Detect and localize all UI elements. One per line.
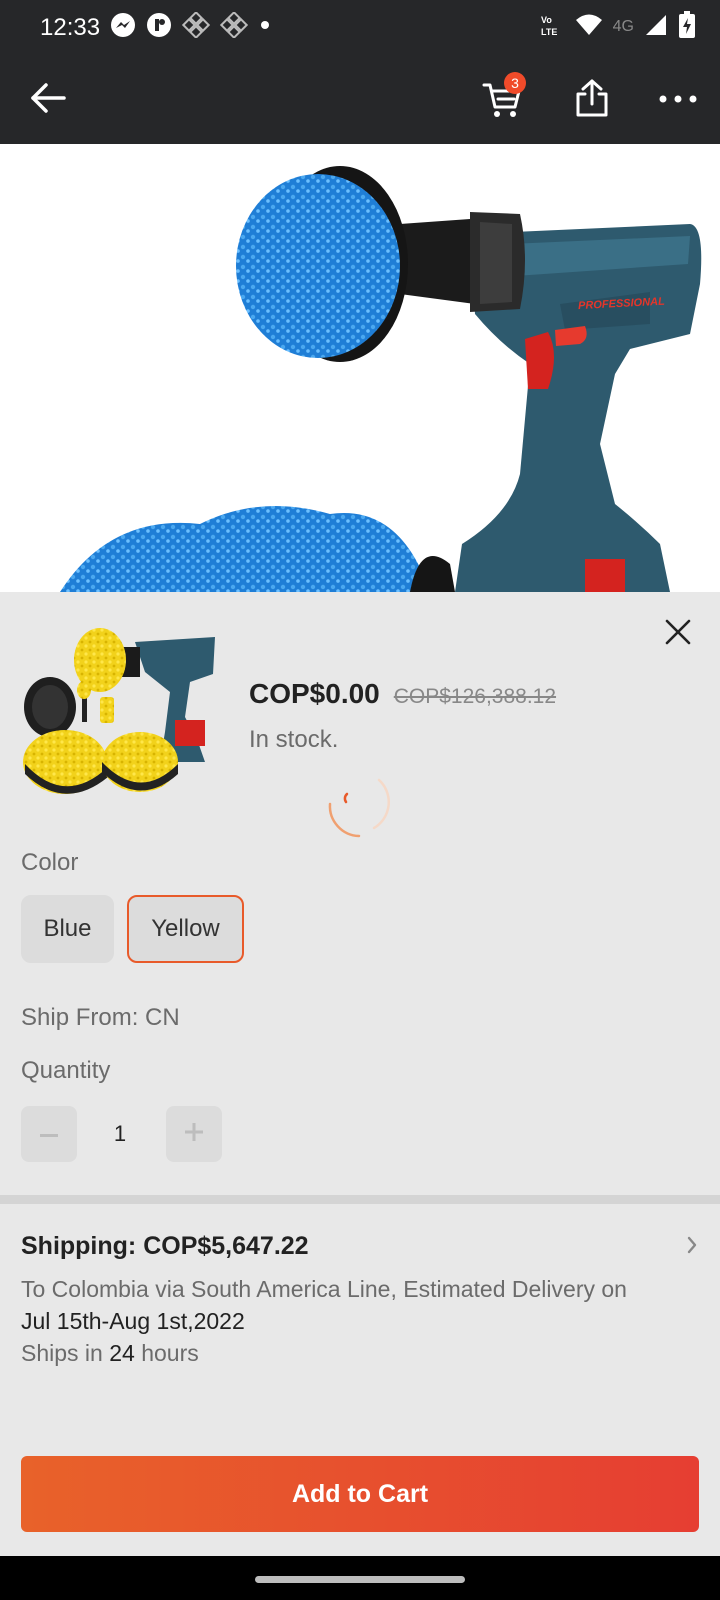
product-image[interactable]: PROFESSIONAL: [0, 144, 720, 592]
battery-icon: [678, 10, 696, 44]
original-price: COP$126,388.12: [393, 685, 557, 708]
ships-in-prefix: Ships in: [21, 1340, 103, 1366]
more-icon: [658, 91, 698, 109]
shipping-route: To Colombia via South America Line, Esti…: [21, 1276, 627, 1302]
back-button[interactable]: [22, 74, 74, 126]
shipping-details-button[interactable]: [680, 1232, 704, 1262]
yellow-brush-drill-thumbnail: [23, 628, 215, 794]
sku-selection-sheet: COP$0.00 COP$126,388.12 In stock. Color …: [0, 592, 720, 1556]
minus-icon: [40, 1125, 58, 1143]
ships-in-text: Ships in 24 hours: [21, 1337, 199, 1369]
messenger-icon: [110, 12, 136, 43]
delivery-window: Jul 15th-Aug 1st,2022: [21, 1308, 245, 1334]
loading-spinner-icon: [324, 770, 394, 840]
ships-in-value: 24: [109, 1340, 135, 1366]
system-navigation-bar: [0, 1556, 720, 1600]
shipping-title[interactable]: Shipping: COP$5,647.22: [21, 1232, 309, 1261]
close-icon: [664, 618, 692, 651]
svg-text:Vo: Vo: [541, 15, 552, 25]
stock-status: In stock.: [249, 726, 339, 753]
status-bar: 12:33 Vo LTE 4G: [0, 0, 720, 54]
quantity-label: Quantity: [21, 1057, 111, 1084]
cart-count-badge: 3: [504, 72, 526, 94]
color-option-yellow[interactable]: Yellow: [127, 895, 244, 963]
ship-from-label: Ship From: CN: [21, 1004, 180, 1031]
svg-text:LTE: LTE: [541, 27, 557, 37]
ships-in-suffix: hours: [141, 1340, 199, 1366]
current-price: COP$0.00: [249, 678, 380, 709]
share-icon: [574, 78, 610, 123]
mesh-icon: [219, 10, 249, 43]
back-arrow-icon: [28, 81, 68, 120]
more-button[interactable]: [652, 74, 704, 126]
notification-icons: [110, 10, 272, 43]
quantity-decrease-button[interactable]: [21, 1106, 77, 1162]
quantity-increase-button[interactable]: [166, 1106, 222, 1162]
product-thumbnail: [20, 612, 220, 812]
cart-button[interactable]: 3: [476, 72, 528, 126]
chevron-right-icon: [686, 1236, 698, 1259]
close-sheet-button[interactable]: [654, 610, 702, 658]
top-app-bar: 3: [0, 54, 720, 144]
shipping-description: To Colombia via South America Line, Esti…: [21, 1273, 701, 1337]
network-type: 4G: [612, 18, 634, 35]
share-button[interactable]: [566, 74, 618, 126]
mesh-icon: [181, 10, 211, 43]
status-time: 12:33: [40, 14, 101, 41]
home-gesture-handle[interactable]: [255, 1576, 465, 1583]
section-divider: [0, 1195, 720, 1204]
wifi-icon: [575, 13, 603, 42]
system-icons: Vo LTE 4G: [539, 10, 696, 44]
color-label: Color: [21, 849, 79, 876]
drill-brush-illustration: PROFESSIONAL: [60, 166, 702, 592]
app-icon: [146, 12, 172, 43]
add-to-cart-button[interactable]: Add to Cart: [21, 1456, 699, 1532]
color-option-blue[interactable]: Blue: [21, 895, 114, 963]
volte-icon: Vo LTE: [539, 12, 565, 43]
signal-icon: [644, 13, 668, 42]
quantity-value[interactable]: 1: [96, 1106, 144, 1162]
plus-icon: [185, 1122, 203, 1146]
price-row: COP$0.00 COP$126,388.12: [249, 678, 556, 710]
dot-icon: [258, 18, 272, 37]
